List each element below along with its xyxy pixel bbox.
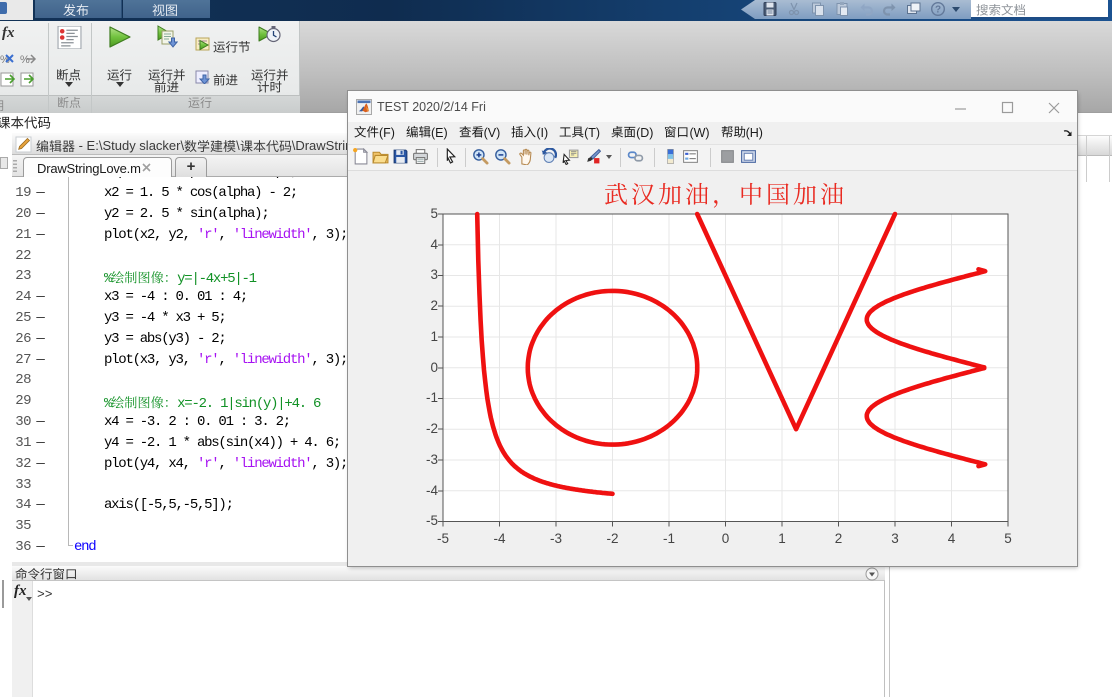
svg-text:%: % [20,54,30,66]
svg-text:?: ? [935,5,941,16]
